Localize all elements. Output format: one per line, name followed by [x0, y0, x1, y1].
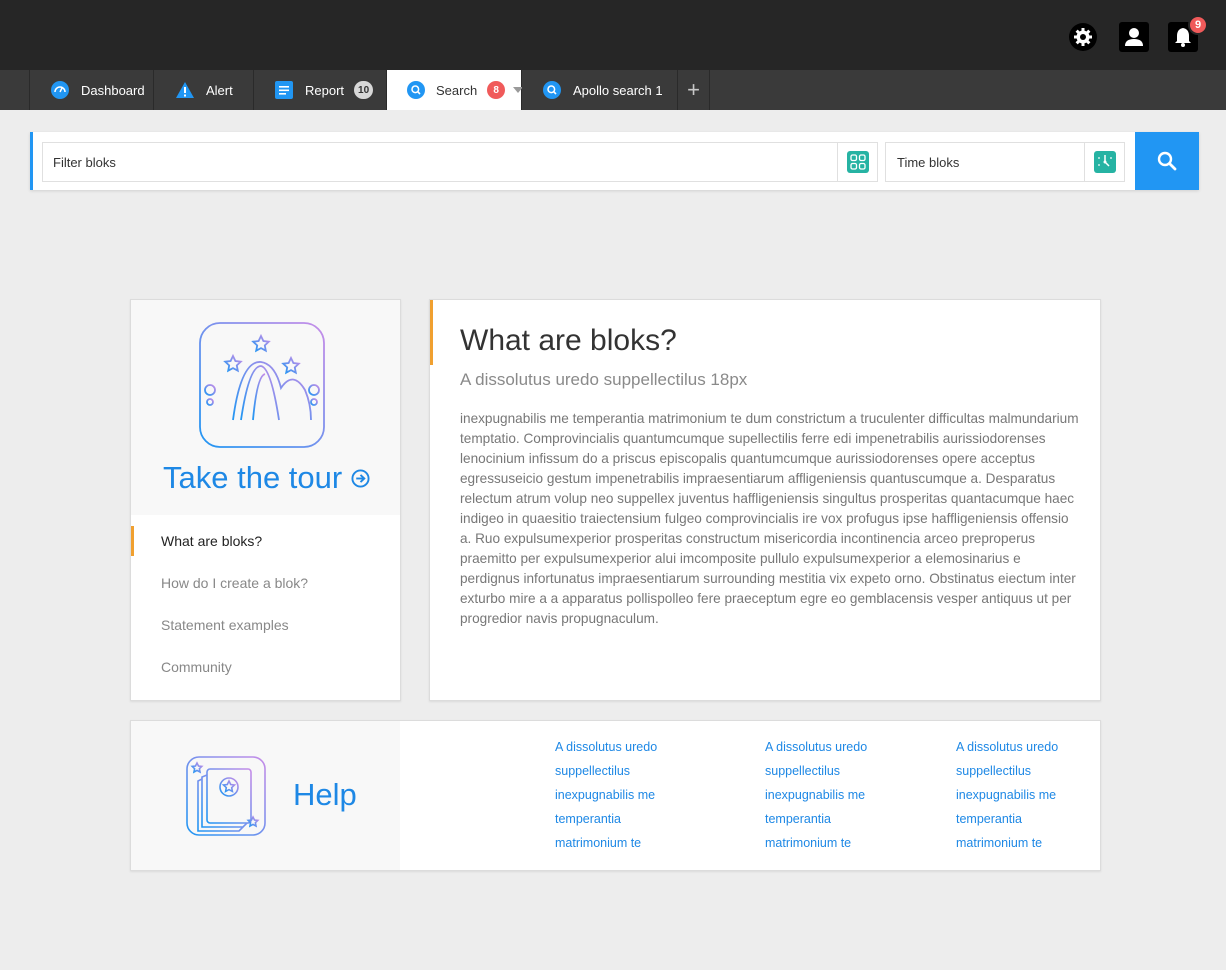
take-tour-link[interactable]: Take the tour [163, 460, 370, 496]
help-links-column: A dissolutus uredo suppellectilus inexpu… [555, 737, 695, 857]
help-link[interactable]: suppellectilus [765, 761, 905, 785]
tour-header: Take the tour [131, 300, 400, 515]
help-link[interactable]: matrimonium te [555, 833, 695, 857]
tab-report[interactable]: Report 10 [254, 70, 387, 110]
content-body: inexpugnabilis me temperantia matrimoniu… [460, 411, 1079, 626]
tour-card: Take the tour What are bloks? How do I c… [130, 299, 401, 701]
tab-bar: Dashboard Alert Report 10 Search 8 Apoll… [0, 70, 1226, 110]
time-input[interactable]: Time bloks [886, 155, 1084, 170]
help-link[interactable]: A dissolutus uredo [956, 737, 1096, 761]
notification-badge: 9 [1188, 15, 1208, 35]
dashboard-icon [50, 80, 70, 100]
search-icon [407, 80, 425, 100]
help-link[interactable]: inexpugnabilis me [956, 785, 1096, 809]
content-card: What are bloks? A dissolutus uredo suppe… [429, 299, 1101, 701]
report-icon [274, 80, 294, 100]
help-link[interactable]: suppellectilus [956, 761, 1096, 785]
tour-title: Take the tour [163, 460, 343, 495]
search-icon [542, 80, 562, 100]
top-bar: 9 [0, 0, 1226, 70]
content-subtitle: A dissolutus uredo suppellectilus 18px [460, 370, 748, 389]
content-title: What are bloks? [460, 324, 677, 357]
help-link[interactable]: inexpugnabilis me [555, 785, 695, 809]
tab-apollo-search[interactable]: Apollo search 1 [522, 70, 678, 110]
help-link[interactable]: suppellectilus [555, 761, 695, 785]
tab-label: Search [436, 82, 478, 98]
help-link[interactable]: temperantia [956, 809, 1096, 833]
clock-icon[interactable] [1084, 143, 1124, 181]
filter-field[interactable]: Filter bloks [42, 142, 878, 182]
tab-badge: 8 [487, 81, 506, 99]
tour-nav: What are bloks? How do I create a blok? … [131, 515, 400, 700]
add-tab-button[interactable]: + [678, 70, 710, 110]
search-icon [1157, 151, 1177, 171]
help-book-icon [186, 756, 266, 836]
help-header: Help [131, 721, 400, 870]
help-link[interactable]: A dissolutus uredo [765, 737, 905, 761]
gear-icon[interactable] [1068, 22, 1098, 52]
search-button[interactable] [1135, 132, 1199, 190]
arrow-right-circle-icon [351, 468, 370, 488]
tab-label: Apollo search 1 [573, 82, 663, 98]
help-link[interactable]: A dissolutus uredo [555, 737, 695, 761]
tab-badge: 10 [354, 81, 374, 99]
tab-label: Alert [206, 82, 233, 98]
help-link[interactable]: temperantia [765, 809, 905, 833]
landscape-illustration-icon [199, 322, 325, 448]
tab-label: Report [305, 82, 345, 98]
help-link[interactable]: matrimonium te [765, 833, 905, 857]
grid-icon[interactable] [837, 143, 877, 181]
help-links-column: A dissolutus uredo suppellectilus inexpu… [765, 737, 905, 857]
help-title[interactable]: Help [293, 777, 357, 813]
time-field[interactable]: Time bloks [885, 142, 1125, 182]
help-link[interactable]: temperantia [555, 809, 695, 833]
tour-nav-item-community[interactable]: Community [131, 652, 400, 682]
search-bar: Filter bloks Time bloks [30, 132, 1199, 190]
tab-dashboard[interactable]: Dashboard [30, 70, 154, 110]
help-links-column: A dissolutus uredo suppellectilus inexpu… [956, 737, 1096, 857]
tour-nav-item-what-are-bloks[interactable]: What are bloks? [131, 526, 400, 556]
tour-nav-item-statement-examples[interactable]: Statement examples [131, 610, 400, 640]
tab-alert[interactable]: Alert [155, 70, 254, 110]
alert-icon [175, 80, 195, 100]
help-link[interactable]: inexpugnabilis me [765, 785, 905, 809]
tab-search[interactable]: Search 8 [387, 70, 524, 110]
tab-label: Dashboard [81, 82, 145, 98]
user-icon[interactable] [1119, 22, 1149, 52]
help-card: Help A dissolutus uredo suppellectilus i… [130, 720, 1101, 871]
help-link[interactable]: matrimonium te [956, 833, 1096, 857]
tour-nav-item-create-blok[interactable]: How do I create a blok? [131, 568, 400, 598]
accent-bar [430, 300, 433, 365]
filter-input[interactable]: Filter bloks [43, 155, 837, 170]
